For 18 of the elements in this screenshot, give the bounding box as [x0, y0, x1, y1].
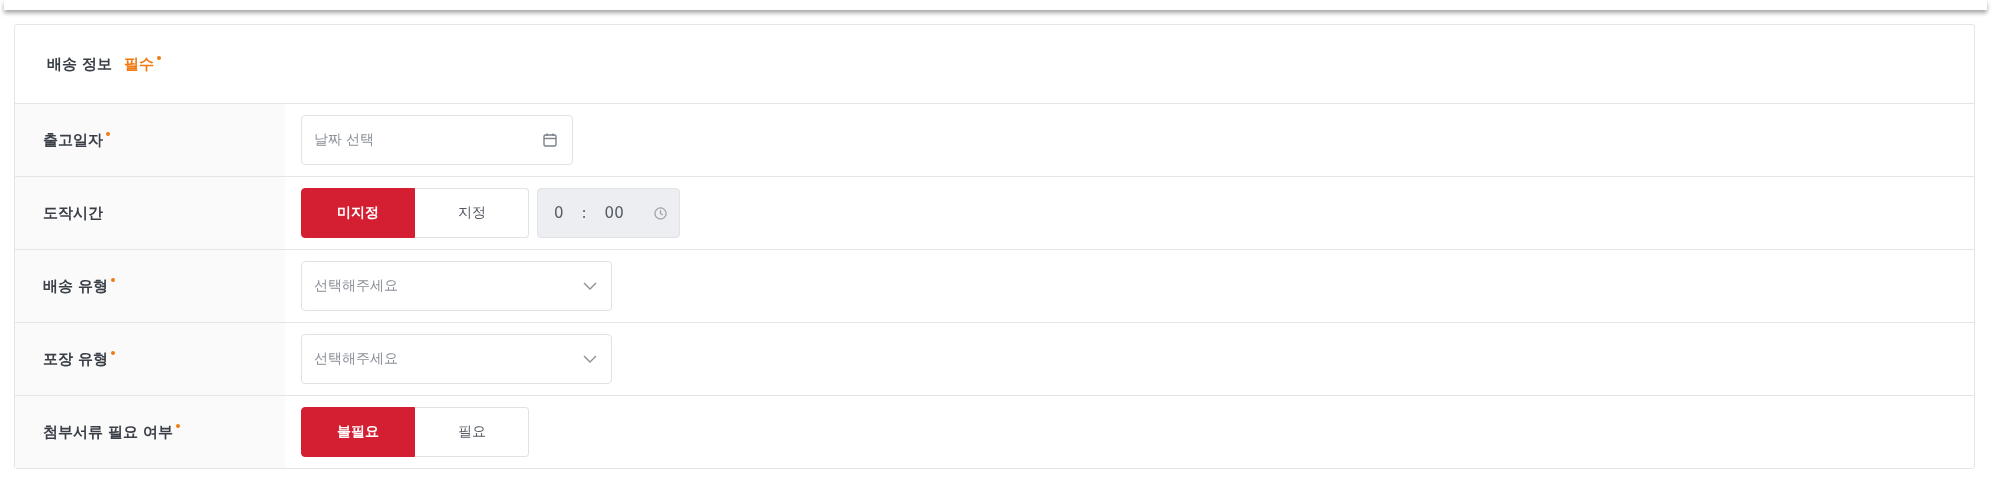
date-picker[interactable]: 날짜 선택 [301, 115, 573, 165]
clock-icon [654, 206, 667, 220]
chevron-down-icon [583, 282, 597, 290]
field-label: 출고일자 [43, 130, 103, 150]
toggle-option[interactable]: 불필요 [301, 407, 415, 457]
field-label: 배송 유형 [43, 276, 109, 296]
toggle-option[interactable]: 필요 [415, 407, 529, 457]
required-label: 필수 [124, 54, 155, 74]
dropdown[interactable]: 선택해주세요 [301, 334, 612, 384]
calendar-icon [542, 132, 558, 148]
toggle-option[interactable]: 미지정 [301, 188, 415, 238]
field-label: 도작시간 [43, 203, 103, 223]
field-label: 포장 유형 [43, 349, 109, 369]
dropdown[interactable]: 선택해주세요 [301, 261, 612, 311]
section-title: 배송 정보 [47, 54, 113, 74]
toggle-option[interactable]: 지정 [415, 188, 529, 238]
chevron-down-icon [583, 355, 597, 363]
field-label: 첨부서류 필요 여부 [43, 422, 174, 442]
